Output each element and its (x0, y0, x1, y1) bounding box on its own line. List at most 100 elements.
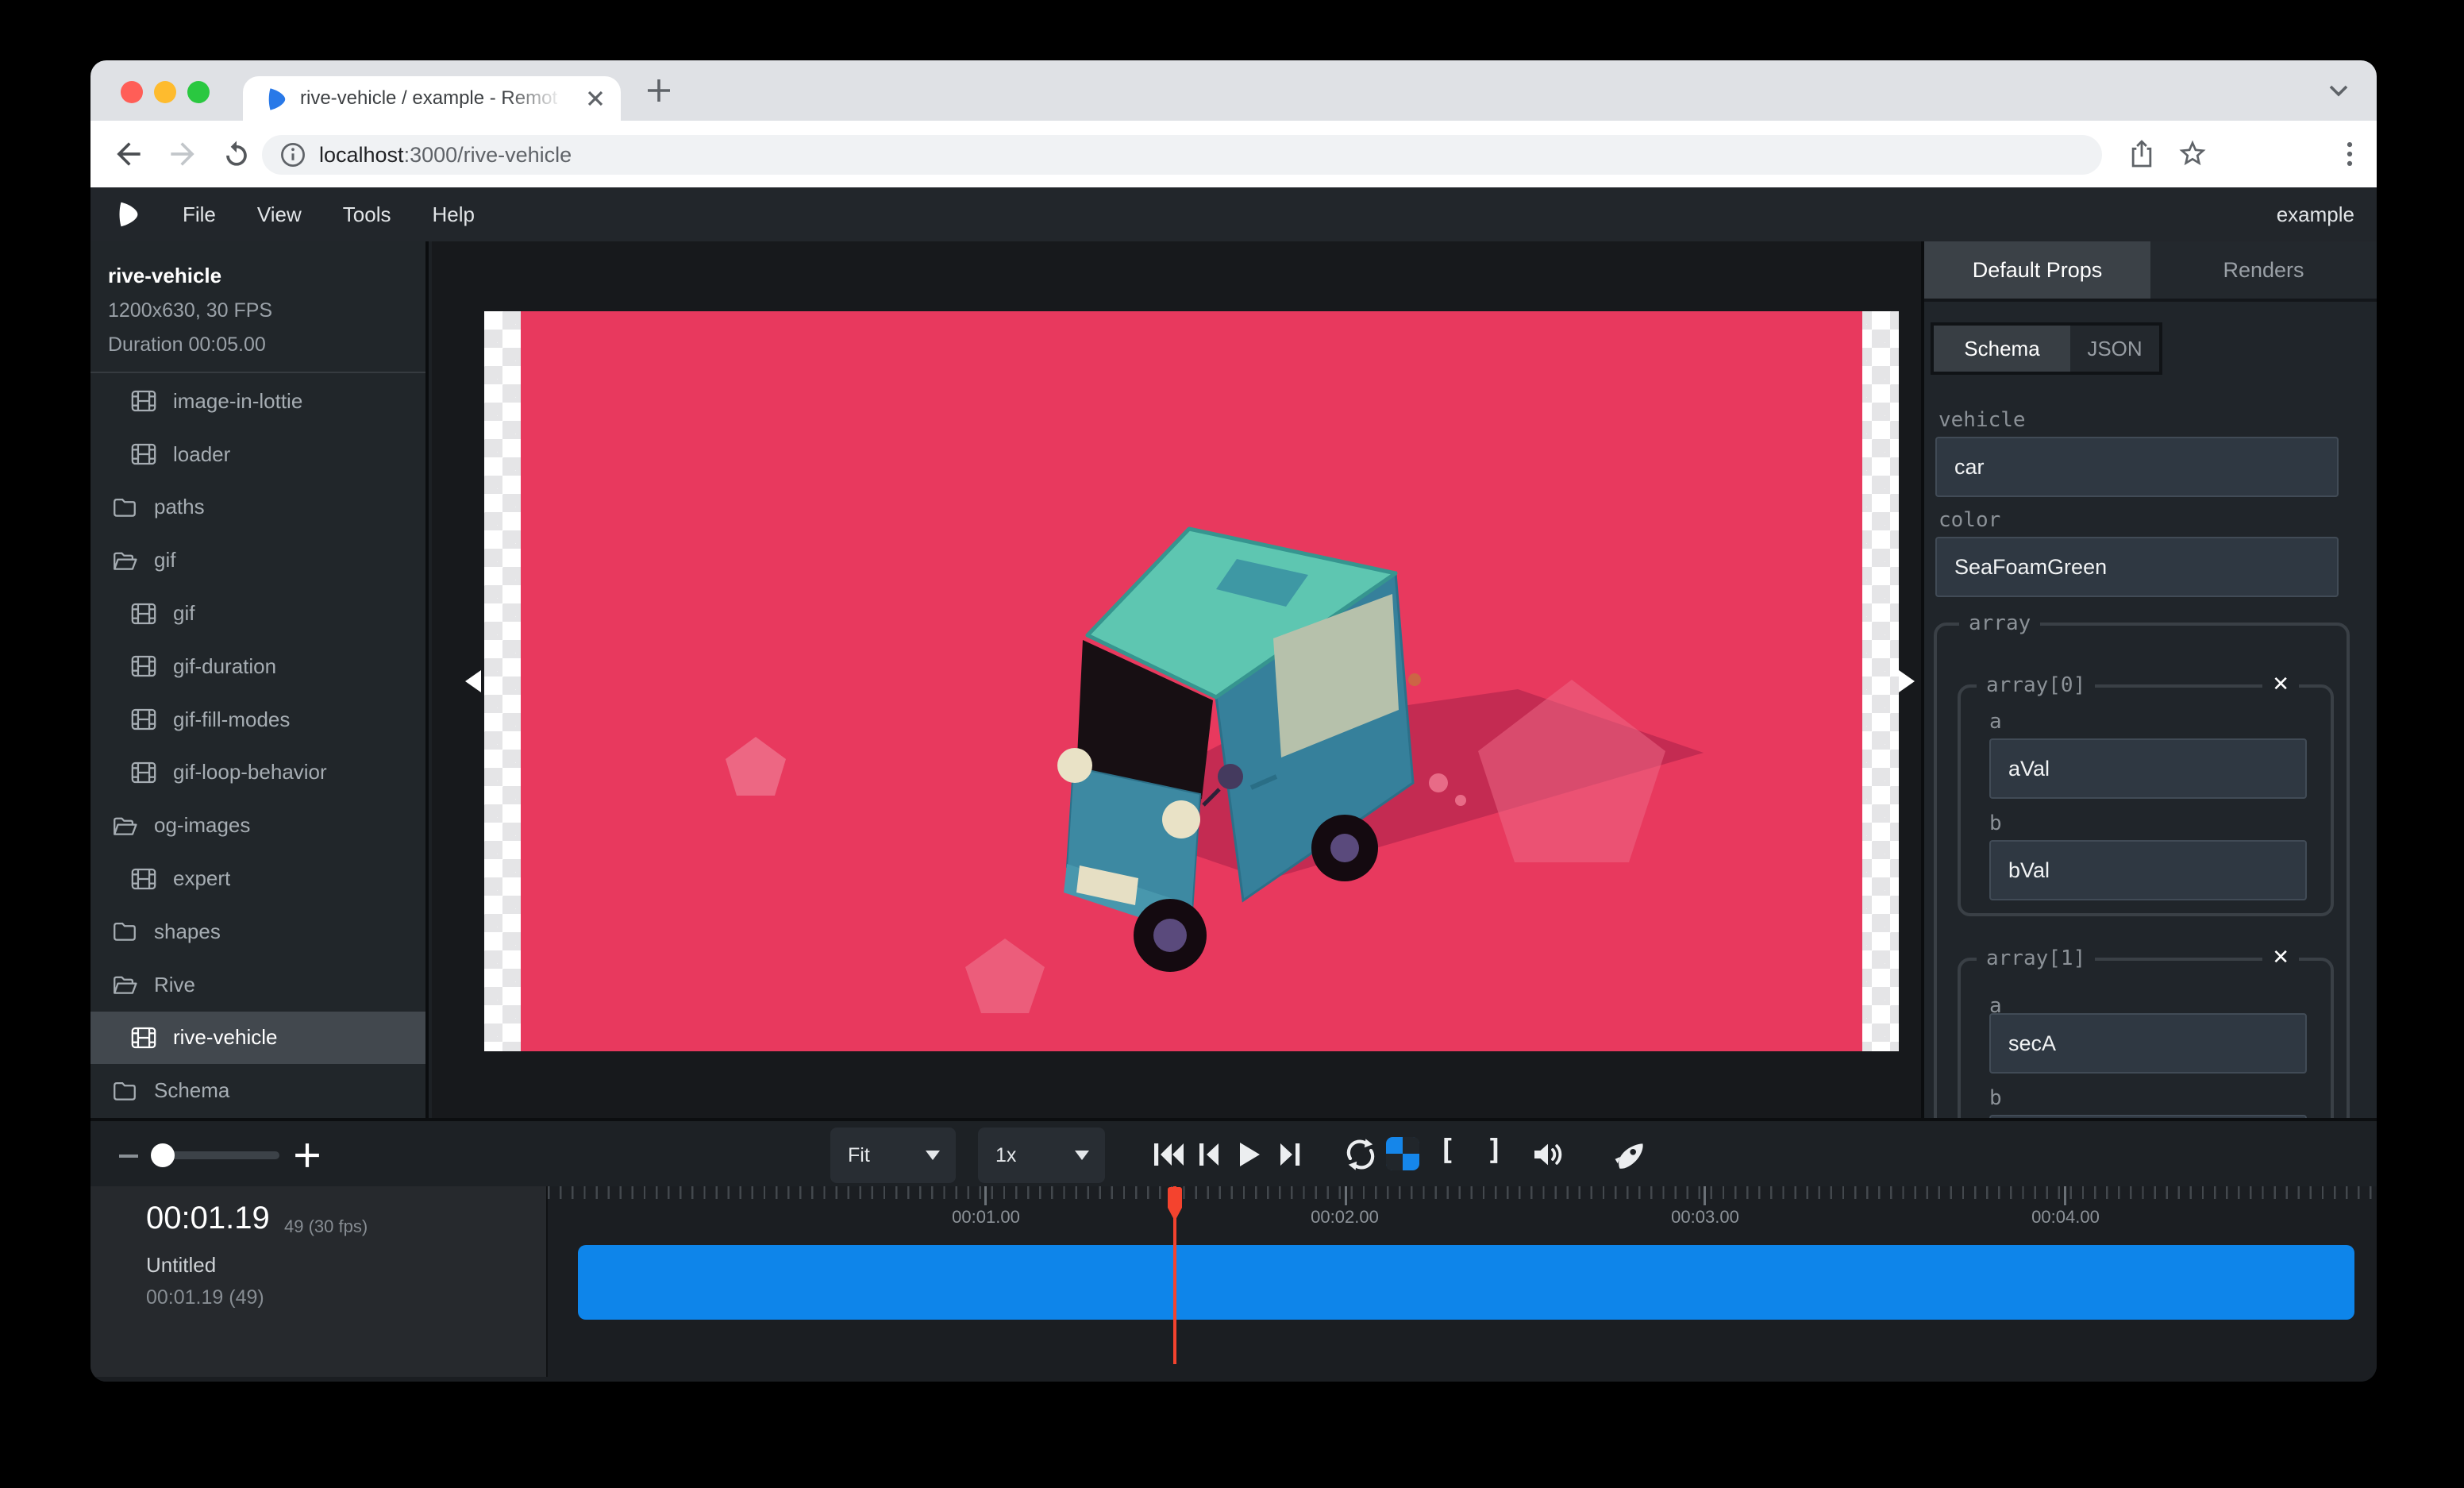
composition-resolution: 1200x630, 30 FPS (108, 299, 425, 322)
menu-help[interactable]: Help (433, 202, 475, 227)
folder-open-icon (111, 812, 138, 839)
film-icon (130, 706, 157, 733)
address-bar[interactable]: localhost:3000/rive-vehicle (262, 135, 2102, 175)
array-group: array array[0] ✕ a b array[1] ✕ a (1934, 623, 2350, 1118)
toggle-json[interactable]: JSON (2070, 326, 2159, 372)
desktop-background: rive-vehicle / example - Remot (0, 0, 2464, 1488)
play-button[interactable] (1229, 1135, 1267, 1174)
sidebar-item-loader[interactable]: loader (90, 428, 425, 481)
sidebar-item-image-in-lottie[interactable]: image-in-lottie (90, 375, 425, 428)
url-path: :3000/rive-vehicle (404, 143, 572, 167)
in-marker-button[interactable]: [ (1438, 1134, 1456, 1166)
composition-name-label: example (2277, 202, 2354, 227)
vehicle-field[interactable] (1935, 437, 2339, 497)
tab-renders[interactable]: Renders (2150, 241, 2377, 299)
sidebar-item-expert[interactable]: expert (90, 852, 425, 905)
composition-duration: Duration 00:05.00 (108, 333, 425, 357)
remove-array-item-icon[interactable]: ✕ (2262, 672, 2299, 696)
props-panel: Default Props Renders Schema JSON vehicl… (1921, 241, 2377, 1118)
track-name: Untitled (146, 1253, 216, 1278)
site-info-icon[interactable] (279, 141, 306, 168)
playhead-marker[interactable] (1167, 1186, 1183, 1223)
browser-menu-icon[interactable] (2332, 137, 2367, 172)
canvas-size-value: Fit (848, 1144, 870, 1167)
playback-rate-dropdown[interactable]: 1x (978, 1128, 1105, 1183)
array-1-a-field[interactable] (1989, 1013, 2307, 1074)
ruler-tick-3s: 00:03.00 (1657, 1207, 1753, 1228)
browser-tab[interactable]: rive-vehicle / example - Remot (243, 76, 621, 121)
field-label-vehicle: vehicle (1938, 408, 2026, 432)
skip-to-start-button[interactable] (1149, 1135, 1188, 1174)
close-window-button[interactable] (121, 81, 143, 103)
url-text: localhost:3000/rive-vehicle (319, 141, 572, 168)
animation-viewport (521, 311, 1862, 1051)
render-rocket-icon[interactable] (1610, 1135, 1648, 1174)
collapse-sidebar-icon[interactable] (465, 670, 481, 692)
sidebar-folder-paths[interactable]: paths (90, 481, 425, 534)
sidebar-item-gif-duration[interactable]: gif-duration (90, 640, 425, 693)
canvas-size-dropdown[interactable]: Fit (830, 1128, 956, 1183)
playback-rate-value: 1x (995, 1144, 1016, 1167)
share-icon[interactable] (2126, 138, 2158, 170)
playback-controls-bar: Fit 1x (90, 1118, 2377, 1186)
timeline-ruler[interactable] (548, 1186, 2377, 1199)
track-duration: 00:01.19 (49) (146, 1286, 264, 1309)
timeline-track-bar[interactable] (578, 1245, 2354, 1320)
menu-tools[interactable]: Tools (343, 202, 391, 227)
collapse-panel-icon[interactable] (1899, 670, 1915, 692)
video-frame[interactable] (484, 311, 1899, 1051)
previous-frame-button[interactable] (1189, 1135, 1227, 1174)
array-0-a-field[interactable] (1989, 738, 2307, 799)
film-icon (130, 865, 157, 892)
sidebar-folder-og-images[interactable]: og-images (90, 799, 425, 852)
array-item-1-label: array[1] (1977, 946, 2095, 970)
tab-search-chevron-icon[interactable] (2326, 78, 2351, 103)
browser-window: rive-vehicle / example - Remot (90, 60, 2377, 1382)
tab-default-props[interactable]: Default Props (1924, 241, 2150, 299)
forward-icon[interactable] (165, 137, 200, 172)
zoom-out-icon[interactable] (116, 1143, 141, 1169)
sidebar-folder-schema[interactable]: Schema (90, 1064, 425, 1117)
volume-icon[interactable] (1529, 1135, 1567, 1174)
sidebar-item-rive-vehicle[interactable]: rive-vehicle (90, 1012, 425, 1065)
back-icon[interactable] (111, 137, 146, 172)
sidebar-item-gif-loop-behavior[interactable]: gif-loop-behavior (90, 746, 425, 800)
url-host: localhost (319, 143, 404, 167)
sidebar-item-gif-fill-modes[interactable]: gif-fill-modes (90, 693, 425, 746)
color-field[interactable] (1935, 537, 2339, 597)
ruler-tick-2s: 00:02.00 (1297, 1207, 1392, 1228)
bookmark-star-icon[interactable] (2177, 138, 2208, 170)
tab-close-icon[interactable] (584, 87, 606, 110)
compositions-sidebar: rive-vehicle 1200x630, 30 FPS Duration 0… (90, 241, 429, 1118)
array-0-b-field[interactable] (1989, 840, 2307, 900)
remotion-logo-icon[interactable] (116, 199, 141, 229)
transparency-checkerboard-icon[interactable] (1386, 1137, 1419, 1170)
menu-view[interactable]: View (257, 202, 302, 227)
reload-icon[interactable] (219, 137, 254, 172)
folder-open-icon (111, 547, 138, 574)
zoom-in-icon[interactable] (294, 1142, 321, 1169)
schema-json-toggle: Schema JSON (1931, 322, 2162, 375)
menu-file[interactable]: File (183, 202, 216, 227)
composition-title: rive-vehicle (108, 264, 425, 288)
next-frame-button[interactable] (1272, 1135, 1310, 1174)
remotion-favicon-icon (265, 86, 289, 113)
timeline-info-panel: 00:01.19 49 (30 fps) Untitled 00:01.19 (… (90, 1186, 548, 1377)
fullscreen-window-button[interactable] (187, 81, 210, 103)
sidebar-folder-shapes[interactable]: shapes (90, 905, 425, 958)
current-frame-display: 49 (30 fps) (284, 1216, 368, 1237)
out-marker-button[interactable]: ] (1486, 1134, 1503, 1166)
new-tab-button[interactable] (646, 78, 672, 103)
minimize-window-button[interactable] (154, 81, 176, 103)
zoom-slider-knob[interactable] (151, 1143, 175, 1167)
sidebar-item-gif[interactable]: gif (90, 587, 425, 640)
composition-info: rive-vehicle 1200x630, 30 FPS Duration 0… (90, 241, 425, 373)
sidebar-folder-gif[interactable]: gif (90, 534, 425, 587)
zoom-slider[interactable] (154, 1151, 279, 1159)
sidebar-folder-rive[interactable]: Rive (90, 958, 425, 1012)
remove-array-item-icon[interactable]: ✕ (2262, 945, 2299, 970)
folder-icon (111, 1077, 138, 1104)
folder-open-icon (111, 971, 138, 998)
loop-toggle-icon[interactable] (1342, 1135, 1380, 1174)
toggle-schema[interactable]: Schema (1934, 326, 2070, 372)
